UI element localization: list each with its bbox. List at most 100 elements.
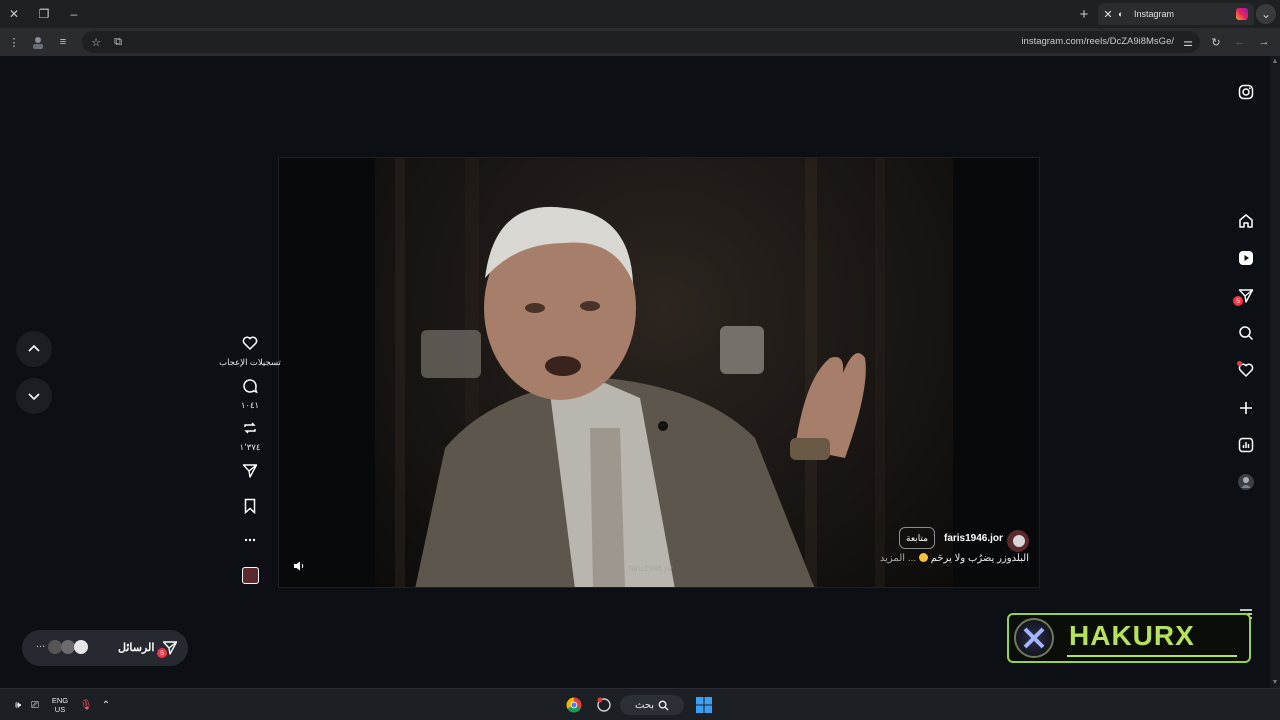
minimize-window-icon[interactable]: – [64,4,84,24]
start-button[interactable] [694,695,714,715]
messages-label: الرسائل [118,642,155,654]
scroll-down-icon[interactable]: ▼ [1271,679,1279,686]
tab-search-icon[interactable]: ⌄ [1256,4,1276,24]
contact-avatar-1 [48,640,62,654]
comment-action[interactable]: ١٠٤١ [230,378,270,411]
more-options-action[interactable] [230,532,270,553]
caption: البلدوزر يضرُب ولا يرحَم ... المزيد [849,553,1029,569]
next-reel-button[interactable] [16,378,52,414]
mute-toggle-button[interactable] [291,558,307,574]
windows-logo-icon [696,697,712,713]
comment-icon [243,379,258,394]
tab-strip: ✕ ❐ – + ✕ ◐ Instagram ⌄ [0,0,1280,28]
bookmark-star-icon[interactable]: ☆ [86,32,106,52]
video-frame [375,158,953,587]
likes-label[interactable]: تسجيلات الإعجاب [218,357,282,368]
speaker-icon [294,561,304,571]
forward-icon[interactable]: → [1254,32,1274,52]
language-indicator[interactable]: ENG US [48,695,72,715]
reading-list-icon[interactable]: ≡ [53,32,73,52]
bookmark-icon [244,498,256,515]
video-still-image [395,158,885,587]
search-icon[interactable] [1234,321,1258,345]
language-region: US [54,705,66,714]
messages-pill-badge: 5 [157,648,167,658]
audio-cover-image [241,567,259,584]
share-icon [242,464,258,478]
repost-action[interactable]: ١٬٣٧٤ [230,420,270,453]
ellipsis-icon [244,538,256,542]
scroll-up-icon[interactable]: ▲ [1271,58,1279,65]
toolbar: ⋮ ≡ ☆ ⧉ instagram.com/reels/DcZA9i8MsGe/… [0,28,1280,56]
poster-avatar[interactable] [1007,530,1029,552]
reel-video[interactable]: faris1946.jor faris1946.jor متابعة البلد… [278,157,1040,588]
audio-thumbnail[interactable] [230,567,270,584]
instagram-favicon-icon [1236,8,1248,20]
comments-count: ١٠٤١ [240,400,260,410]
chrome-taskbar-button[interactable] [564,695,584,715]
profile-avatar[interactable] [1234,470,1258,494]
instagram-page: 5 ▲ ▼ faris1946.jor faris1946.jor متابعة… [0,56,1280,688]
caption-text: البلدوزر يضرُب ولا يرحَم [930,553,1029,564]
contact-avatar-3 [74,640,88,654]
hakurx-logo: HAKURX [1007,613,1251,663]
like-action[interactable]: تسجيلات الإعجاب [219,335,281,368]
heart-icon [242,336,258,351]
previous-reel-button[interactable] [16,331,52,367]
create-icon[interactable] [1234,396,1258,420]
follow-button[interactable]: متابعة [899,527,935,549]
video-watermark: faris1946.jor [629,564,674,573]
show-hidden-icons-icon[interactable]: ⌃ [98,695,114,715]
recorder-icon [597,697,611,712]
close-window-icon[interactable]: ✕ [4,4,24,24]
restore-window-icon[interactable]: ❐ [34,4,54,24]
messages-bar[interactable]: 5 الرسائل ... [22,630,188,666]
reposts-count: ١٬٣٧٤ [239,442,261,452]
reload-icon[interactable]: ↻ [1206,32,1226,52]
windows-taskbar: 🕪 ⎚ ENG US 🎙 ⌃ بحث [0,688,1280,720]
omnibox[interactable]: ☆ ⧉ instagram.com/reels/DcZA9i8MsGe/ ⚌ [82,31,1200,53]
site-settings-icon[interactable]: ⚌ [1178,32,1198,52]
hakurx-emblem-icon [1014,618,1054,658]
recording-app-button[interactable] [594,695,614,715]
new-tab-icon[interactable]: + [1074,4,1094,24]
contact-avatar-2 [61,640,75,654]
microphone-icon[interactable]: 🎙 [78,695,94,715]
close-tab-icon[interactable]: ✕ [1098,8,1118,21]
chrome-icon [566,697,582,713]
network-icon[interactable]: ⎚ [27,695,43,715]
instagram-logo-icon[interactable] [1234,80,1258,104]
install-app-icon[interactable]: ⧉ [108,32,128,52]
tab-instagram[interactable]: ✕ ◐ Instagram [1098,3,1254,25]
chevron-up-icon [28,344,40,352]
menu-icon[interactable]: ⋮ [4,32,24,52]
language-code: ENG [51,696,69,705]
tab-title: Instagram [1134,9,1175,19]
back-icon[interactable]: ← [1230,32,1250,52]
profile-avatar[interactable] [28,32,48,52]
messages-badge: 5 [1233,296,1243,306]
home-icon[interactable] [1234,209,1258,233]
url-text[interactable]: instagram.com/reels/DcZA9i8MsGe/ [1021,36,1174,47]
hakurx-text: HAKURX [1069,620,1195,651]
notification-dot [1237,361,1242,366]
search-label: بحث [634,699,655,711]
emoji-icon [918,553,928,562]
poster-username[interactable]: faris1946.jor [944,533,1003,544]
messages-icon: 5 [157,640,180,658]
taskbar-search[interactable]: بحث [620,695,684,715]
search-icon [658,700,669,711]
share-action[interactable] [230,463,270,484]
direct-messages-icon[interactable]: 5 [1233,284,1258,308]
volume-icon[interactable]: 🕪 [10,695,26,715]
hakurx-underline [1067,655,1237,657]
messages-more: ... [36,638,46,650]
tab-audio-icon: ◐ [1118,9,1124,19]
notifications-icon[interactable] [1234,358,1258,382]
reels-icon[interactable] [1234,246,1258,270]
page-scrollbar[interactable]: ▲ ▼ [1270,56,1280,688]
chevron-down-icon [28,393,40,401]
save-action[interactable] [230,498,270,519]
caption-more-link[interactable]: ... المزيد [880,553,916,564]
dashboard-icon[interactable] [1234,433,1258,457]
